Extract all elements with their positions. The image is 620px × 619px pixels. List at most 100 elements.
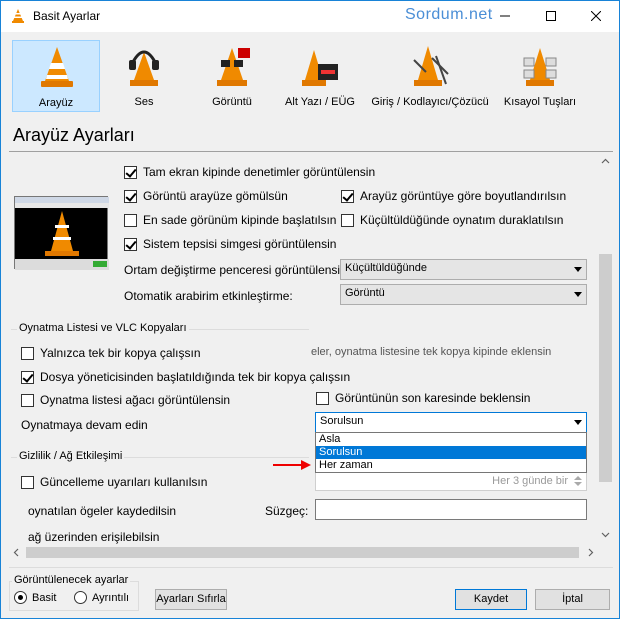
category-subtitles[interactable]: Alt Yazı / EÜG xyxy=(276,40,364,112)
checkbox-box[interactable] xyxy=(21,393,34,407)
single-instance-checkbox[interactable]: Yalnızca tek bir kopya çalışsın xyxy=(21,346,201,360)
recent-items-label: oynatılan ögeler kaydedilsin xyxy=(28,504,177,518)
radio-circle[interactable] xyxy=(14,591,27,604)
category-label: Giriş / Kodlayıcı/Çözücü xyxy=(371,96,489,108)
dropdown-option-never[interactable]: Asla xyxy=(316,433,586,446)
checkbox-box[interactable] xyxy=(21,370,34,384)
radio-circle[interactable] xyxy=(74,591,87,604)
horizontal-scroll-thumb[interactable] xyxy=(26,547,579,558)
playlist-group-title: Oynatma Listesi ve VLC Kopyaları xyxy=(17,322,189,334)
maximize-icon xyxy=(546,11,556,21)
checkbox-box[interactable] xyxy=(21,475,34,489)
checkbox-label: Arayüz görüntüye göre boyutlandırılsın xyxy=(360,189,567,203)
privacy-group-title: Gizlilik / Ağ Etkileşimi xyxy=(17,450,125,462)
chevron-down-icon xyxy=(574,267,582,272)
filter-label: Süzgeç: xyxy=(265,504,309,518)
chevron-down-icon xyxy=(574,420,582,425)
checkbox-label: Güncelleme uyarıları kullanılsın xyxy=(40,475,208,489)
close-icon xyxy=(591,11,601,21)
pause-last-frame-checkbox[interactable]: Görüntünün son karesinde beklensin xyxy=(316,391,530,405)
subtitle-cone-icon xyxy=(302,50,338,86)
maximize-button[interactable] xyxy=(528,1,574,32)
save-button[interactable]: Kaydet xyxy=(455,589,527,610)
minimize-button[interactable] xyxy=(482,1,528,32)
close-button[interactable] xyxy=(573,1,619,32)
update-interval-spinbox[interactable]: Her 3 günde bir xyxy=(315,471,587,491)
scroll-right-icon[interactable] xyxy=(583,545,598,560)
checkbox-box[interactable] xyxy=(124,213,137,227)
glasses-cone-icon xyxy=(217,48,250,86)
spin-value: Her 3 günde bir xyxy=(492,475,568,487)
chevron-down-icon xyxy=(574,292,582,297)
cable-cone-icon xyxy=(413,46,449,86)
dropdown-option-always[interactable]: Her zaman xyxy=(316,459,586,472)
category-label: Alt Yazı / EÜG xyxy=(285,96,355,108)
checkbox-label: Tam ekran kipinde denetimler görüntülens… xyxy=(143,165,376,179)
vertical-scroll-thumb[interactable] xyxy=(599,254,612,482)
spin-arrows-icon xyxy=(574,476,582,486)
detailed-radio[interactable]: Ayrıntılı xyxy=(74,591,129,604)
hotkey-cone-icon xyxy=(523,48,557,86)
tree-view-checkbox[interactable]: Oynatma listesi ağacı görüntülensin xyxy=(21,393,230,407)
scroll-left-icon[interactable] xyxy=(9,545,24,560)
checkbox-box[interactable] xyxy=(341,189,354,203)
one-instance-file-checkbox[interactable]: Dosya yöneticisinden başlatıldığında tek… xyxy=(21,370,350,384)
checkbox-label: Küçültüldüğünde oynatım duraklatılsın xyxy=(360,213,564,227)
section-divider xyxy=(9,151,613,152)
checkbox-box[interactable] xyxy=(21,346,34,360)
reset-preferences-button[interactable]: Ayarları Sıfırla xyxy=(155,589,227,610)
network-label: ağ üzerinden erişilebilsin xyxy=(28,530,160,544)
settings-scroll-area: Tam ekran kipinde denetimler görüntülens… xyxy=(9,154,613,564)
category-hotkeys[interactable]: Kısayol Tuşları xyxy=(496,40,584,112)
fullscreen-controls-checkbox[interactable]: Tam ekran kipinde denetimler görüntülens… xyxy=(124,165,375,179)
cancel-button[interactable]: İptal xyxy=(535,589,610,610)
embed-video-checkbox[interactable]: Görüntü arayüze gömülsün xyxy=(124,189,288,203)
media-change-select[interactable]: Küçültüldüğünde xyxy=(340,259,587,280)
media-change-label: Ortam değiştirme penceresi görüntülensin… xyxy=(124,263,351,277)
auto-raise-select[interactable]: Görüntü xyxy=(340,284,587,305)
continue-label: Oynatmaya devam edin xyxy=(21,418,148,432)
filter-input[interactable] xyxy=(315,499,587,520)
title-bar[interactable]: Basit Ayarlar Sordum.net xyxy=(1,1,619,32)
checkbox-label: Görüntü arayüze gömülsün xyxy=(143,189,288,203)
checkbox-label: Yalnızca tek bir kopya çalışsın xyxy=(40,346,201,360)
resize-to-video-checkbox[interactable]: Arayüz görüntüye göre boyutlandırılsın xyxy=(341,189,566,203)
single-instance-note: eler, oynatma listesine tek kopya kipind… xyxy=(311,346,552,358)
window-title: Basit Ayarlar xyxy=(33,9,101,23)
pause-minimized-checkbox[interactable]: Küçültüldüğünde oynatım duraklatılsın xyxy=(341,213,563,227)
simple-radio[interactable]: Basit xyxy=(14,591,56,604)
systray-checkbox[interactable]: Sistem tepsisi simgesi görüntülensin xyxy=(124,237,336,251)
checkbox-box[interactable] xyxy=(124,189,137,203)
footer-divider xyxy=(9,567,613,568)
show-settings-label: Görüntülenecek ayarlar xyxy=(12,574,131,586)
update-notifications-checkbox[interactable]: Güncelleme uyarıları kullanılsın xyxy=(21,475,207,489)
select-value: Görüntü xyxy=(345,287,385,299)
minimal-start-checkbox[interactable]: En sade görünüm kipinde başlatılsın xyxy=(124,213,336,227)
scroll-down-icon[interactable] xyxy=(598,527,613,542)
checkbox-label: En sade görünüm kipinde başlatılsın xyxy=(143,213,337,227)
vlc-app-icon xyxy=(12,9,24,23)
select-value: Küçültüldüğünde xyxy=(345,262,427,274)
category-bar: Arayüz Ses Görüntü Alt Yazı / EÜG Giriş … xyxy=(9,38,613,118)
checkbox-box[interactable] xyxy=(124,237,137,251)
continue-playback-select[interactable]: Sorulsun xyxy=(315,412,587,433)
minimize-icon xyxy=(500,15,510,17)
headphones-cone-icon xyxy=(129,50,159,86)
radio-label: Ayrıntılı xyxy=(92,591,130,604)
category-input-codecs[interactable]: Giriş / Kodlayıcı/Çözücü xyxy=(371,40,489,112)
scroll-up-icon[interactable] xyxy=(598,154,613,169)
category-label: Kısayol Tuşları xyxy=(503,96,577,108)
radio-label: Basit xyxy=(32,591,57,604)
continue-playback-dropdown[interactable]: Asla Sorulsun Her zaman xyxy=(315,432,587,473)
show-settings-group: Görüntülenecek ayarlar Basit Ayrıntılı xyxy=(9,574,139,611)
checkbox-box[interactable] xyxy=(316,391,329,405)
dropdown-option-ask[interactable]: Sorulsun xyxy=(316,446,586,459)
checkbox-box[interactable] xyxy=(124,165,137,179)
section-title: Arayüz Ayarları xyxy=(13,125,135,145)
checkbox-box[interactable] xyxy=(341,213,354,227)
checkbox-label: Görüntünün son karesinde beklensin xyxy=(335,391,531,405)
horizontal-scrollbar[interactable] xyxy=(9,545,598,560)
checkbox-label: Oynatma listesi ağacı görüntülensin xyxy=(40,393,231,407)
red-arrow-icon xyxy=(273,460,311,470)
vertical-scrollbar[interactable] xyxy=(598,154,613,542)
